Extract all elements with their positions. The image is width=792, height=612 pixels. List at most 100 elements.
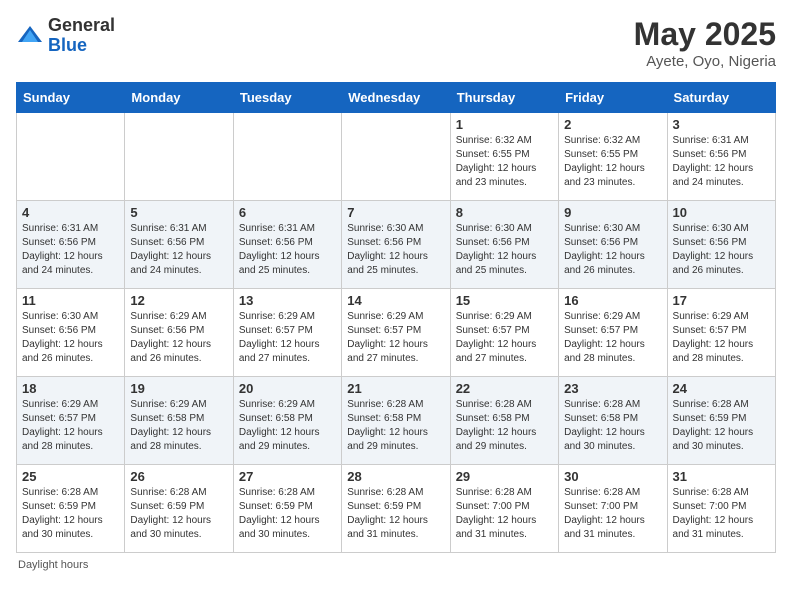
day-number: 11 bbox=[22, 293, 119, 308]
day-info: Sunrise: 6:29 AM Sunset: 6:57 PM Dayligh… bbox=[456, 310, 553, 366]
day-number: 16 bbox=[564, 293, 661, 308]
day-number: 19 bbox=[130, 381, 227, 396]
day-info: Sunrise: 6:28 AM Sunset: 6:59 PM Dayligh… bbox=[673, 398, 770, 454]
day-number: 26 bbox=[130, 469, 227, 484]
day-number: 25 bbox=[22, 469, 119, 484]
calendar-week-row: 11 Sunrise: 6:30 AM Sunset: 6:56 PM Dayli… bbox=[17, 289, 776, 377]
calendar-cell: 28 Sunrise: 6:28 AM Sunset: 6:59 PM Dayli… bbox=[342, 465, 450, 553]
day-number: 6 bbox=[239, 205, 336, 220]
calendar-cell: 6 Sunrise: 6:31 AM Sunset: 6:56 PM Daylig… bbox=[233, 201, 341, 289]
day-info: Sunrise: 6:29 AM Sunset: 6:58 PM Dayligh… bbox=[239, 398, 336, 454]
day-info: Sunrise: 6:30 AM Sunset: 6:56 PM Dayligh… bbox=[456, 222, 553, 278]
calendar-cell: 5Sunrise: 6:31 AM Sunset: 6:56 PM Daylig… bbox=[125, 201, 233, 289]
day-info: Sunrise: 6:31 AM Sunset: 6:56 PM Dayligh… bbox=[239, 222, 336, 278]
calendar-week-row: 1 Sunrise: 6:32 AM Sunset: 6:55 PM Daylig… bbox=[17, 113, 776, 201]
page-container: General Blue May 2025 Ayete, Oyo, Nigeri… bbox=[0, 0, 792, 579]
calendar-cell: 29 Sunrise: 6:28 AM Sunset: 7:00 PM Dayli… bbox=[450, 465, 558, 553]
day-info: Sunrise: 6:28 AM Sunset: 6:58 PM Dayligh… bbox=[456, 398, 553, 454]
calendar-cell: 9 Sunrise: 6:30 AM Sunset: 6:56 PM Daylig… bbox=[559, 201, 667, 289]
calendar-cell: 10 Sunrise: 6:30 AM Sunset: 6:56 PM Dayli… bbox=[667, 201, 775, 289]
day-info: Sunrise: 6:29 AM Sunset: 6:56 PM Dayligh… bbox=[130, 310, 227, 366]
day-number: 31 bbox=[673, 469, 770, 484]
calendar-cell: 19 Sunrise: 6:29 AM Sunset: 6:58 PM Dayli… bbox=[125, 377, 233, 465]
day-info: Sunrise: 6:29 AM Sunset: 6:57 PM Dayligh… bbox=[239, 310, 336, 366]
day-info: Sunrise: 6:29 AM Sunset: 6:57 PM Dayligh… bbox=[347, 310, 444, 366]
logo: General Blue bbox=[16, 16, 115, 56]
calendar-cell: 21 Sunrise: 6:28 AM Sunset: 6:58 PM Dayli… bbox=[342, 377, 450, 465]
day-number: 30 bbox=[564, 469, 661, 484]
day-info: Sunrise: 6:32 AM Sunset: 6:55 PM Dayligh… bbox=[456, 134, 553, 190]
calendar-header-saturday: Saturday bbox=[667, 83, 775, 113]
day-number: 9 bbox=[564, 205, 661, 220]
calendar-cell: 18Sunrise: 6:29 AM Sunset: 6:57 PM Dayli… bbox=[17, 377, 125, 465]
logo-icon bbox=[16, 22, 44, 50]
calendar-week-row: 18Sunrise: 6:29 AM Sunset: 6:57 PM Dayli… bbox=[17, 377, 776, 465]
day-info: Sunrise: 6:32 AM Sunset: 6:55 PM Dayligh… bbox=[564, 134, 661, 190]
footer: Daylight hours bbox=[16, 559, 776, 571]
calendar-cell: 8 Sunrise: 6:30 AM Sunset: 6:56 PM Daylig… bbox=[450, 201, 558, 289]
day-info: Sunrise: 6:28 AM Sunset: 7:00 PM Dayligh… bbox=[456, 486, 553, 542]
day-info: Sunrise: 6:30 AM Sunset: 6:56 PM Dayligh… bbox=[564, 222, 661, 278]
day-number: 10 bbox=[673, 205, 770, 220]
calendar-cell: 14Sunrise: 6:29 AM Sunset: 6:57 PM Dayli… bbox=[342, 289, 450, 377]
day-info: Sunrise: 6:28 AM Sunset: 6:58 PM Dayligh… bbox=[347, 398, 444, 454]
calendar-week-row: 4 Sunrise: 6:31 AM Sunset: 6:56 PM Daylig… bbox=[17, 201, 776, 289]
day-info: Sunrise: 6:30 AM Sunset: 6:56 PM Dayligh… bbox=[673, 222, 770, 278]
calendar-cell: 22Sunrise: 6:28 AM Sunset: 6:58 PM Dayli… bbox=[450, 377, 558, 465]
calendar-cell bbox=[17, 113, 125, 201]
page-header: General Blue May 2025 Ayete, Oyo, Nigeri… bbox=[16, 16, 776, 70]
calendar-cell: 27Sunrise: 6:28 AM Sunset: 6:59 PM Dayli… bbox=[233, 465, 341, 553]
calendar-header-tuesday: Tuesday bbox=[233, 83, 341, 113]
location: Ayete, Oyo, Nigeria bbox=[634, 53, 776, 70]
day-number: 1 bbox=[456, 117, 553, 132]
month-title: May 2025 bbox=[634, 16, 776, 53]
logo-blue: Blue bbox=[48, 36, 115, 56]
calendar-cell: 15 Sunrise: 6:29 AM Sunset: 6:57 PM Dayli… bbox=[450, 289, 558, 377]
calendar-cell bbox=[125, 113, 233, 201]
logo-general: General bbox=[48, 16, 115, 36]
day-number: 29 bbox=[456, 469, 553, 484]
day-number: 12 bbox=[130, 293, 227, 308]
day-info: Sunrise: 6:28 AM Sunset: 7:00 PM Dayligh… bbox=[564, 486, 661, 542]
day-info: Sunrise: 6:28 AM Sunset: 6:59 PM Dayligh… bbox=[239, 486, 336, 542]
daylight-label: Daylight hours bbox=[18, 559, 88, 571]
logo-text: General Blue bbox=[48, 16, 115, 56]
calendar-cell: 12 Sunrise: 6:29 AM Sunset: 6:56 PM Dayli… bbox=[125, 289, 233, 377]
day-number: 4 bbox=[22, 205, 119, 220]
day-number: 28 bbox=[347, 469, 444, 484]
day-info: Sunrise: 6:31 AM Sunset: 6:56 PM Dayligh… bbox=[673, 134, 770, 190]
day-info: Sunrise: 6:28 AM Sunset: 6:59 PM Dayligh… bbox=[347, 486, 444, 542]
calendar-cell: 2 Sunrise: 6:32 AM Sunset: 6:55 PM Daylig… bbox=[559, 113, 667, 201]
calendar-header-row: SundayMondayTuesdayWednesdayThursdayFrid… bbox=[17, 83, 776, 113]
day-number: 24 bbox=[673, 381, 770, 396]
day-number: 15 bbox=[456, 293, 553, 308]
calendar-cell: 11 Sunrise: 6:30 AM Sunset: 6:56 PM Dayli… bbox=[17, 289, 125, 377]
day-info: Sunrise: 6:30 AM Sunset: 6:56 PM Dayligh… bbox=[347, 222, 444, 278]
day-info: Sunrise: 6:29 AM Sunset: 6:57 PM Dayligh… bbox=[564, 310, 661, 366]
day-number: 20 bbox=[239, 381, 336, 396]
day-number: 13 bbox=[239, 293, 336, 308]
day-number: 18 bbox=[22, 381, 119, 396]
calendar-cell: 30 Sunrise: 6:28 AM Sunset: 7:00 PM Dayli… bbox=[559, 465, 667, 553]
calendar-cell: 4Sunrise: 6:31 AM Sunset: 6:56 PM Daylig… bbox=[17, 201, 125, 289]
day-info: Sunrise: 6:28 AM Sunset: 6:58 PM Dayligh… bbox=[564, 398, 661, 454]
calendar-cell: 3Sunrise: 6:31 AM Sunset: 6:56 PM Daylig… bbox=[667, 113, 775, 201]
day-info: Sunrise: 6:28 AM Sunset: 6:59 PM Dayligh… bbox=[22, 486, 119, 542]
day-number: 7 bbox=[347, 205, 444, 220]
calendar-cell: 20 Sunrise: 6:29 AM Sunset: 6:58 PM Dayli… bbox=[233, 377, 341, 465]
calendar-header-wednesday: Wednesday bbox=[342, 83, 450, 113]
day-info: Sunrise: 6:28 AM Sunset: 6:59 PM Dayligh… bbox=[130, 486, 227, 542]
day-info: Sunrise: 6:28 AM Sunset: 7:00 PM Dayligh… bbox=[673, 486, 770, 542]
day-number: 5 bbox=[130, 205, 227, 220]
day-number: 8 bbox=[456, 205, 553, 220]
day-number: 2 bbox=[564, 117, 661, 132]
calendar-cell: 25 Sunrise: 6:28 AM Sunset: 6:59 PM Dayli… bbox=[17, 465, 125, 553]
calendar-cell: 24 Sunrise: 6:28 AM Sunset: 6:59 PM Dayli… bbox=[667, 377, 775, 465]
calendar-cell: 17Sunrise: 6:29 AM Sunset: 6:57 PM Dayli… bbox=[667, 289, 775, 377]
calendar-cell bbox=[233, 113, 341, 201]
day-info: Sunrise: 6:29 AM Sunset: 6:57 PM Dayligh… bbox=[673, 310, 770, 366]
day-info: Sunrise: 6:30 AM Sunset: 6:56 PM Dayligh… bbox=[22, 310, 119, 366]
day-info: Sunrise: 6:29 AM Sunset: 6:58 PM Dayligh… bbox=[130, 398, 227, 454]
calendar-cell: 13 Sunrise: 6:29 AM Sunset: 6:57 PM Dayli… bbox=[233, 289, 341, 377]
day-number: 21 bbox=[347, 381, 444, 396]
